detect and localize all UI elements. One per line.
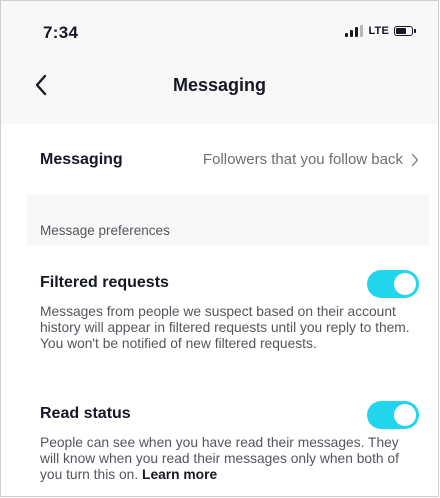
toggle-knob: [394, 273, 416, 295]
status-time: 7:34: [43, 23, 79, 42]
learn-more-link[interactable]: Learn more: [142, 467, 217, 482]
preference-description: People can see when you have read their …: [40, 435, 399, 482]
preference-description-wrap: People can see when you have read their …: [40, 435, 419, 483]
header-area: 7:34 LTE Messaging: [1, 1, 438, 124]
filtered-requests-toggle[interactable]: [367, 270, 419, 298]
preferences-card: Filtered requests Messages from people w…: [27, 246, 429, 496]
signal-icon: [345, 25, 364, 37]
network-label: LTE: [368, 25, 389, 37]
messaging-setting-row[interactable]: Messaging Followers that you follow back: [27, 125, 429, 194]
section-header-message-preferences: Message preferences: [40, 223, 170, 238]
preference-description: Messages from people we suspect based on…: [40, 304, 410, 351]
status-bar: 7:34 LTE: [1, 1, 438, 61]
read-status-toggle[interactable]: [367, 401, 419, 429]
preference-read-status: Read status People can see when you have…: [40, 401, 419, 483]
messaging-row-value: Followers that you follow back: [202, 151, 403, 168]
status-indicators: LTE: [345, 25, 416, 37]
preference-title: Read status: [40, 405, 131, 422]
preference-filtered-requests: Filtered requests Messages from people w…: [40, 270, 419, 352]
page-title: Messaging: [172, 75, 267, 95]
preference-title: Filtered requests: [40, 274, 169, 291]
messaging-row-value-wrap: Followers that you follow back: [203, 151, 419, 168]
messaging-row-label: Messaging: [40, 150, 123, 168]
section-gap: Message preferences: [27, 194, 429, 246]
navigation-bar: Messaging: [1, 61, 438, 111]
chevron-right-icon: [411, 153, 419, 166]
toggle-knob: [394, 404, 416, 426]
phone-screen: 7:34 LTE Messaging Messaging Followers t…: [0, 0, 439, 497]
battery-icon: [394, 26, 416, 36]
